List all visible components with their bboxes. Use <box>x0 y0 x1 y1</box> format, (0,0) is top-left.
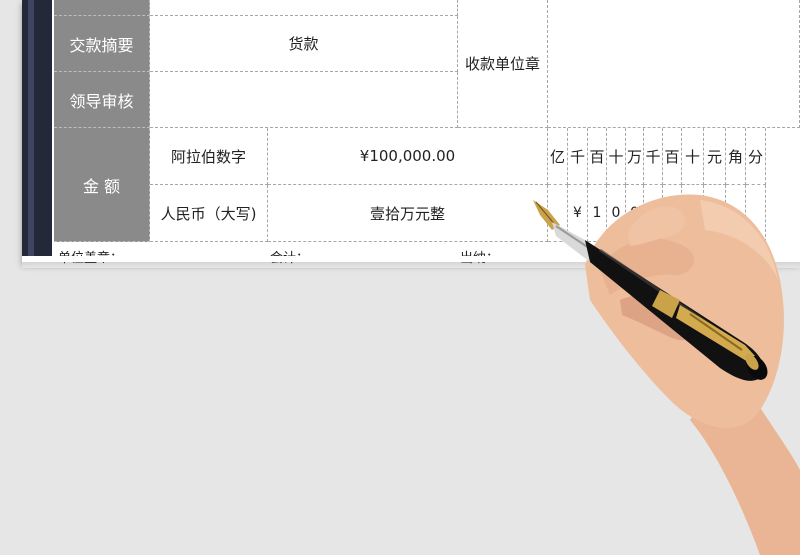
hand-with-pen-illustration <box>533 194 800 555</box>
